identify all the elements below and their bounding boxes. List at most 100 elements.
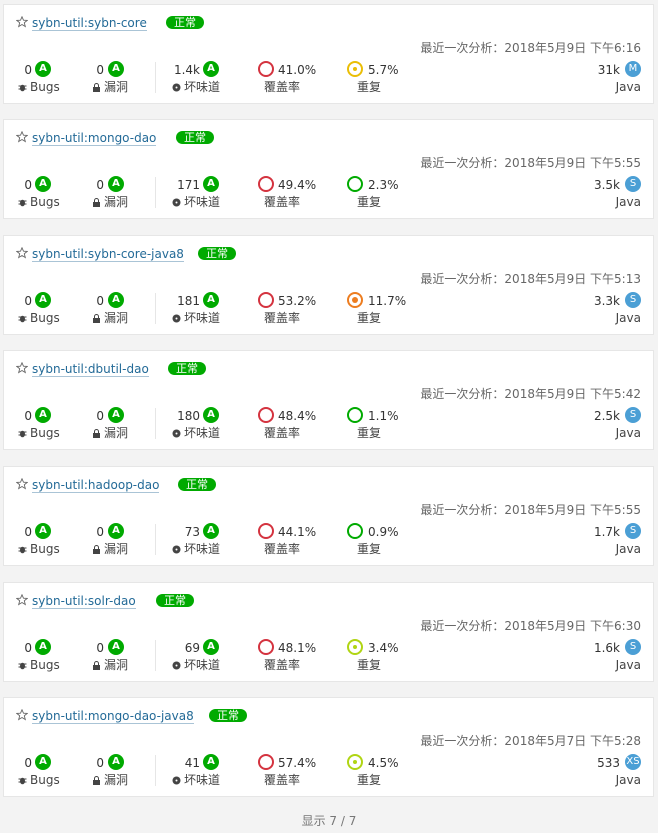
coverage-value[interactable]: 53.2% [278, 293, 316, 309]
vulnerabilities-value[interactable]: 0 [74, 755, 104, 771]
vulnerabilities-rating[interactable]: A [108, 523, 124, 539]
size-value: 533 [597, 756, 620, 770]
duplications-ring-icon [347, 61, 363, 77]
bugs-value[interactable]: 0 [4, 524, 32, 540]
vulnerabilities-rating[interactable]: A [108, 176, 124, 192]
vulnerabilities-rating[interactable]: A [108, 407, 124, 423]
code-smells-label: 坏味道 [172, 310, 220, 326]
coverage-label: 覆盖率 [264, 311, 301, 325]
star-icon[interactable] [15, 246, 29, 259]
coverage-label: 覆盖率 [264, 80, 301, 94]
code-smells-label: 坏味道 [172, 541, 220, 557]
bugs-value[interactable]: 0 [4, 408, 32, 424]
star-icon[interactable] [15, 708, 29, 721]
duplications-value[interactable]: 5.7% [368, 62, 399, 78]
coverage-label: 覆盖率 [264, 426, 301, 440]
code-smells-value[interactable]: 181 [154, 293, 200, 309]
code-smells-label: 坏味道 [172, 657, 220, 673]
coverage-label: 覆盖率 [264, 542, 301, 556]
star-icon[interactable] [15, 361, 29, 374]
code-smells-rating[interactable]: A [203, 292, 219, 308]
code-smells-rating[interactable]: A [203, 407, 219, 423]
bugs-rating[interactable]: A [35, 639, 51, 655]
code-smells-rating[interactable]: A [203, 61, 219, 77]
quality-gate-badge: 正常 [168, 362, 206, 375]
coverage-value[interactable]: 57.4% [278, 755, 316, 771]
radiation-icon [172, 311, 181, 323]
vulnerabilities-value[interactable]: 0 [74, 177, 104, 193]
project-name-link[interactable]: sybn-util:mongo-dao-java8 [32, 709, 194, 724]
coverage-value[interactable]: 49.4% [278, 177, 316, 193]
bugs-rating[interactable]: A [35, 292, 51, 308]
bugs-label: Bugs [18, 310, 60, 326]
code-smells-value[interactable]: 69 [154, 640, 200, 656]
bugs-rating[interactable]: A [35, 407, 51, 423]
vulnerabilities-value[interactable]: 0 [74, 640, 104, 656]
code-smells-rating[interactable]: A [203, 754, 219, 770]
project-name-link[interactable]: sybn-util:sybn-core [32, 16, 147, 31]
bugs-rating[interactable]: A [35, 61, 51, 77]
bugs-label: Bugs [18, 541, 60, 557]
duplications-value[interactable]: 2.3% [368, 177, 399, 193]
vulnerabilities-rating[interactable]: A [108, 61, 124, 77]
bugs-value[interactable]: 0 [4, 177, 32, 193]
duplications-ring-icon [347, 292, 363, 308]
language-label: Java [615, 195, 641, 209]
code-smells-label-text: 坏味道 [184, 773, 221, 787]
code-smells-value[interactable]: 1.4k [154, 62, 200, 78]
coverage-value[interactable]: 48.4% [278, 408, 316, 424]
code-smells-rating[interactable]: A [203, 639, 219, 655]
duplications-value[interactable]: 4.5% [368, 755, 399, 771]
vulnerabilities-value[interactable]: 0 [74, 62, 104, 78]
star-icon[interactable] [15, 130, 29, 143]
vulnerabilities-rating[interactable]: A [108, 292, 124, 308]
code-smells-value[interactable]: 73 [154, 524, 200, 540]
project-name-link[interactable]: sybn-util:hadoop-dao [32, 478, 160, 493]
duplications-ring-icon [347, 754, 363, 770]
coverage-ring-icon [258, 754, 274, 770]
project-card: sybn-util:mongo-dao-java8 正常 最近一次分析：2018… [3, 697, 654, 797]
duplications-ring-icon [347, 523, 363, 539]
project-name-link[interactable]: sybn-util:dbutil-dao [32, 362, 149, 377]
vulnerabilities-value[interactable]: 0 [74, 524, 104, 540]
last-analysis: 最近一次分析：2018年5月9日 下午5:42 [420, 387, 641, 401]
vulnerabilities-rating[interactable]: A [108, 754, 124, 770]
bugs-rating[interactable]: A [35, 523, 51, 539]
coverage-ring-icon [258, 523, 274, 539]
project-name-link[interactable]: sybn-util:mongo-dao [32, 131, 157, 146]
vulnerabilities-label-text: 漏洞 [104, 426, 129, 440]
bugs-value[interactable]: 0 [4, 755, 32, 771]
star-icon[interactable] [15, 477, 29, 490]
coverage-value[interactable]: 44.1% [278, 524, 316, 540]
code-smells-rating[interactable]: A [203, 523, 219, 539]
vulnerabilities-value[interactable]: 0 [74, 293, 104, 309]
bugs-rating[interactable]: A [35, 754, 51, 770]
coverage-value[interactable]: 41.0% [278, 62, 316, 78]
duplications-label: 重复 [357, 773, 382, 787]
duplications-value[interactable]: 0.9% [368, 524, 399, 540]
vulnerabilities-rating[interactable]: A [108, 639, 124, 655]
star-icon[interactable] [15, 15, 29, 28]
duplications-value[interactable]: 11.7% [368, 293, 406, 309]
duplications-ring-icon [347, 639, 363, 655]
star-icon[interactable] [15, 593, 29, 606]
vulnerabilities-value[interactable]: 0 [74, 408, 104, 424]
duplications-value[interactable]: 1.1% [368, 408, 399, 424]
bugs-label-text: Bugs [30, 426, 60, 440]
code-smells-value[interactable]: 180 [154, 408, 200, 424]
coverage-value[interactable]: 48.1% [278, 640, 316, 656]
bug-icon [18, 311, 27, 323]
project-name-link[interactable]: sybn-util:solr-dao [32, 594, 136, 609]
project-name-link[interactable]: sybn-util:sybn-core-java8 [32, 247, 184, 262]
code-smells-value[interactable]: 171 [154, 177, 200, 193]
bugs-value[interactable]: 0 [4, 62, 32, 78]
vulnerabilities-label: 漏洞 [92, 425, 128, 441]
duplications-label: 重复 [357, 195, 382, 209]
bugs-rating[interactable]: A [35, 176, 51, 192]
bugs-label: Bugs [18, 425, 60, 441]
code-smells-rating[interactable]: A [203, 176, 219, 192]
code-smells-value[interactable]: 41 [154, 755, 200, 771]
bugs-value[interactable]: 0 [4, 640, 32, 656]
bugs-value[interactable]: 0 [4, 293, 32, 309]
duplications-value[interactable]: 3.4% [368, 640, 399, 656]
